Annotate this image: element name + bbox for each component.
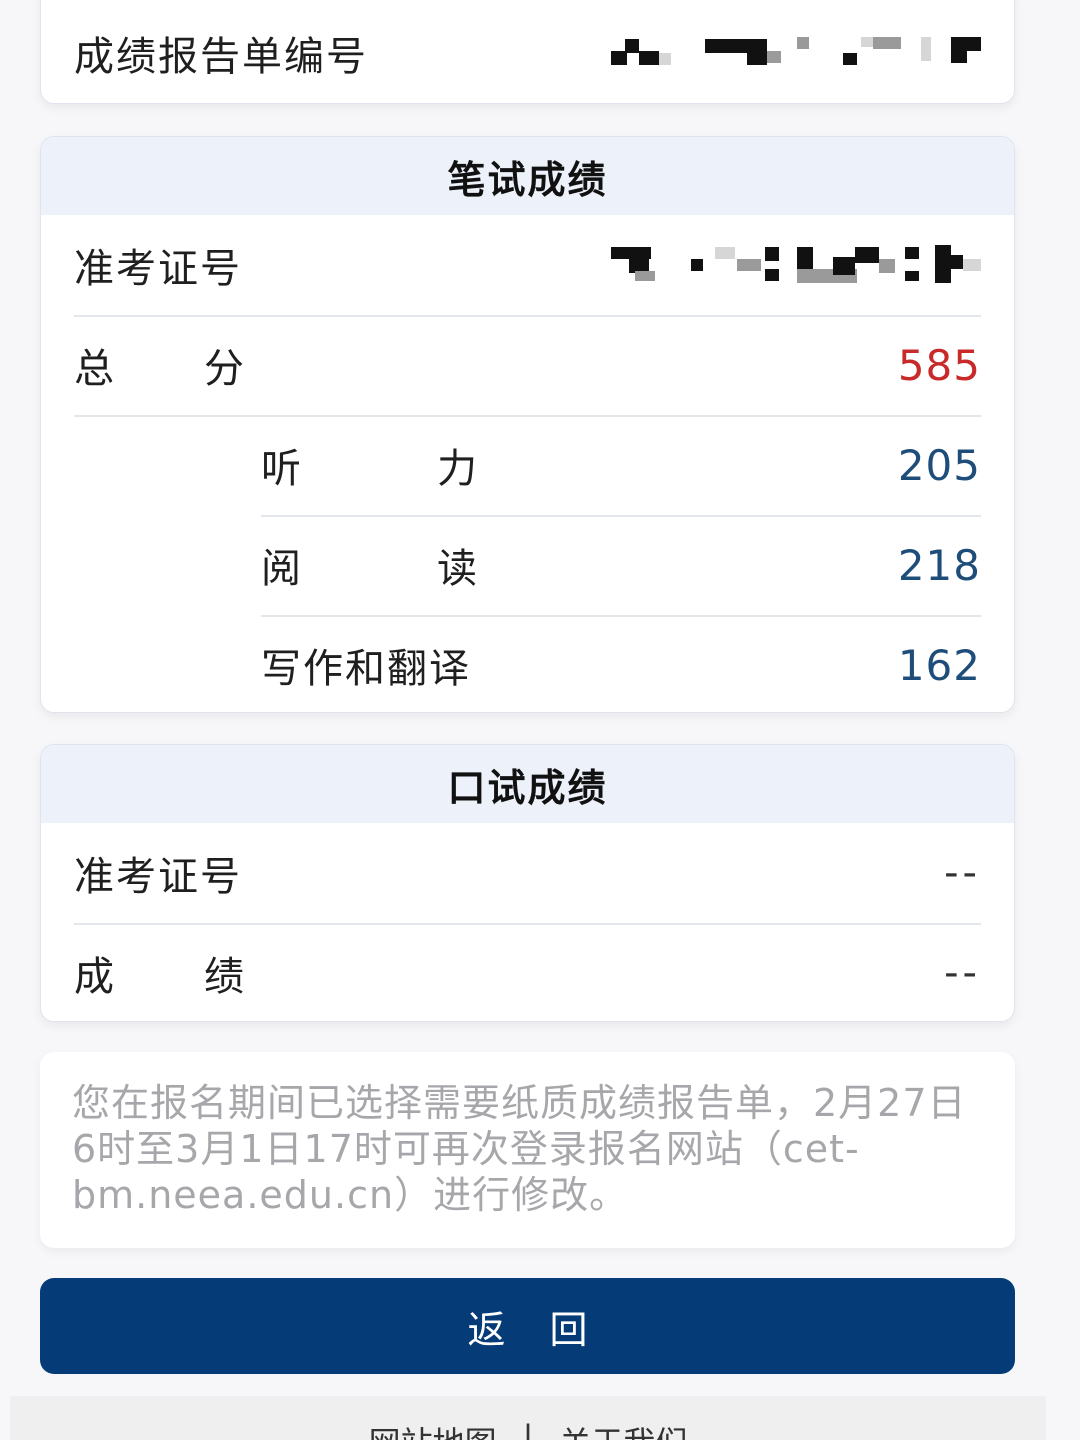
oral-admission-label: 准考证号	[74, 854, 242, 900]
listening-score-row: 听 力 205	[41, 415, 1014, 515]
written-admission-label: 准考证号	[74, 246, 242, 292]
sitemap-link[interactable]: 网站地图	[369, 1418, 497, 1440]
paper-report-notice: 您在报名期间已选择需要纸质成绩报告单，2月27日6时至3月1日17时可再次登录报…	[40, 1052, 1015, 1248]
writing-translation-label: 写作和翻译	[261, 646, 471, 692]
listening-score-value: 205	[897, 440, 981, 490]
oral-score-value: --	[944, 950, 981, 996]
footer: 网站地图 | 关于我们	[10, 1396, 1046, 1440]
oral-admission-value: --	[944, 850, 981, 896]
oral-score-title: 口试成绩	[41, 745, 1014, 823]
reading-score-value: 218	[897, 540, 981, 590]
oral-score-label: 成 绩	[74, 954, 246, 1000]
report-number-label: 成绩报告单编号	[74, 34, 368, 80]
about-us-link[interactable]: 关于我们	[559, 1418, 687, 1440]
written-score-title: 笔试成绩	[41, 137, 1014, 215]
oral-score-card: 口试成绩 准考证号 -- 成 绩 --	[40, 744, 1015, 1022]
written-score-card: 笔试成绩 准考证号 总 分 585 听 力 205 阅 读 218 写作和翻译 …	[40, 136, 1015, 713]
reading-score-row: 阅 读 218	[41, 515, 1014, 615]
back-button[interactable]: 返回	[40, 1278, 1015, 1374]
total-score-row: 总 分 585	[41, 315, 1014, 415]
total-score-label: 总 分	[74, 346, 246, 392]
oral-admission-row: 准考证号 --	[41, 823, 1014, 923]
listening-label: 听 力	[261, 446, 479, 492]
total-score-value: 585	[897, 340, 981, 390]
score-report-page: 成绩报告单编号 笔试成绩 准考证号 总 分 585 听 力 205 阅 读 21…	[0, 0, 1080, 1440]
footer-separator: |	[522, 1418, 534, 1440]
reading-label: 阅 读	[261, 546, 479, 592]
written-admission-redacted	[611, 245, 981, 285]
written-admission-row: 准考证号	[41, 215, 1014, 315]
writing-translation-score-row: 写作和翻译 162	[41, 615, 1014, 712]
oral-score-row: 成 绩 --	[41, 923, 1014, 1021]
report-number-card: 成绩报告单编号	[40, 0, 1015, 104]
report-number-redacted	[611, 33, 981, 73]
writing-translation-score-value: 162	[897, 640, 981, 690]
